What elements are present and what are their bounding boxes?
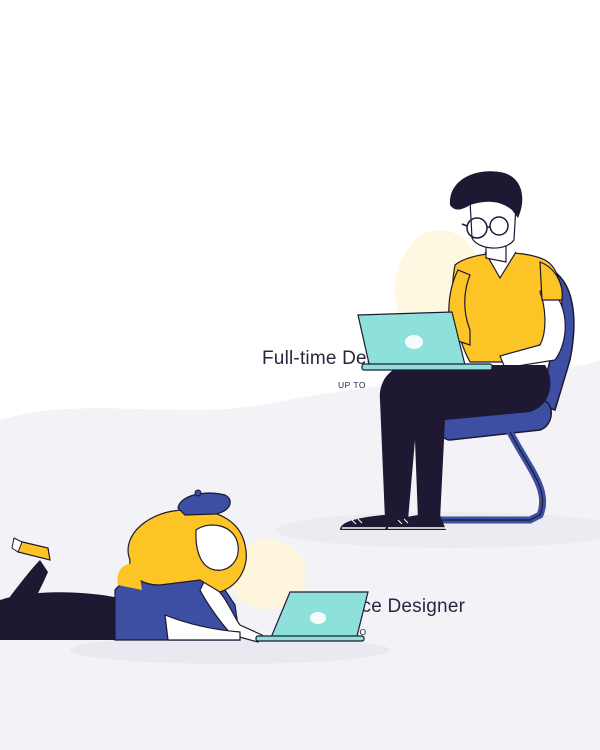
sitting-man-figure — [340, 171, 575, 530]
lying-woman-figure — [0, 489, 369, 643]
illustration-scene: Full-time Des UP TO ance Designer TO — [0, 0, 600, 750]
figures-layer — [0, 171, 575, 643]
